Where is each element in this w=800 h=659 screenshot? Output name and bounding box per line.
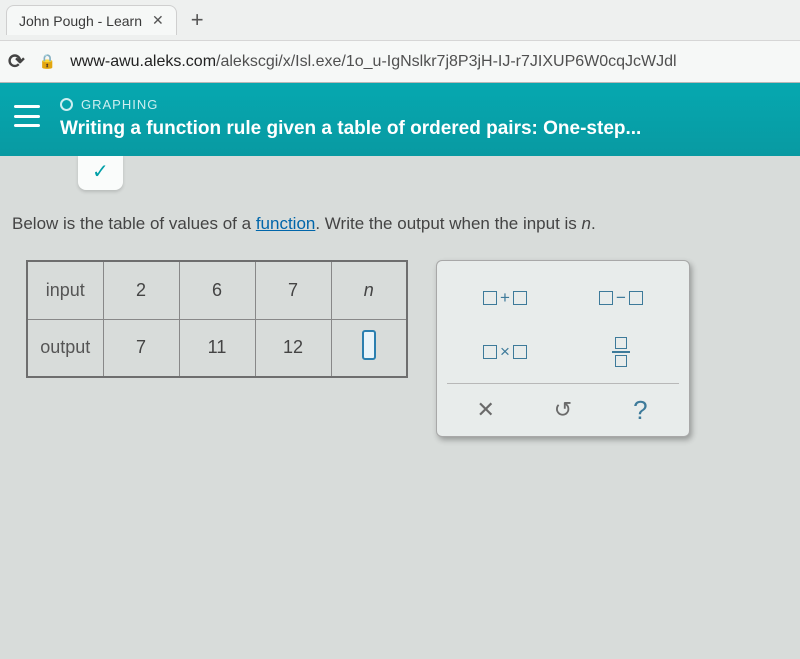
section-label: GRAPHING [60, 97, 780, 112]
url-path: /alekscgi/x/Isl.exe/1o_u-IgNslkr7j8P3jH-… [216, 53, 677, 70]
prompt-variable: n [582, 214, 591, 233]
tab-strip: John Pough - Learn ✕ + [0, 0, 800, 40]
topic-title: Writing a function rule given a table of… [60, 118, 780, 140]
reload-icon[interactable]: ⟳ [8, 49, 25, 74]
section-text: GRAPHING [81, 97, 158, 112]
question-prompt: Below is the table of values of a functi… [12, 214, 788, 234]
keypad-fraction-button[interactable] [587, 332, 655, 372]
output-label: output [27, 319, 103, 377]
topic-header: GRAPHING Writing a function rule given a… [0, 83, 800, 156]
math-keypad: + − × ✕ ↺ ? [436, 260, 690, 437]
check-icon: ✓ [92, 161, 109, 183]
section-circle-icon [60, 98, 73, 111]
function-link[interactable]: function [256, 214, 316, 233]
keypad-minus-button[interactable]: − [587, 278, 655, 318]
browser-chrome: John Pough - Learn ✕ + ⟳ 🔒 www-awu.aleks… [0, 0, 800, 83]
menu-icon[interactable] [14, 105, 40, 127]
lock-icon: 🔒 [39, 53, 56, 70]
url-display[interactable]: www-awu.aleks.com/alekscgi/x/Isl.exe/1o_… [70, 53, 676, 71]
input-label: input [27, 261, 103, 319]
keypad-plus-button[interactable]: + [471, 278, 539, 318]
input-cell: 6 [179, 261, 255, 319]
keypad-reset-button[interactable]: ↺ [524, 390, 601, 430]
address-bar-row: ⟳ 🔒 www-awu.aleks.com/alekscgi/x/Isl.exe… [0, 40, 800, 82]
table-row-output: output 7 11 12 [27, 319, 407, 377]
question-content: Below is the table of values of a functi… [0, 190, 800, 457]
output-cell: 11 [179, 319, 255, 377]
input-cell: 2 [103, 261, 179, 319]
values-table: input 2 6 7 n output 7 11 12 [26, 260, 408, 378]
table-row-input: input 2 6 7 n [27, 261, 407, 319]
answer-slot [362, 330, 376, 360]
input-cell: 7 [255, 261, 331, 319]
browser-tab[interactable]: John Pough - Learn ✕ [6, 5, 177, 35]
url-host: www-awu.aleks.com [70, 53, 216, 70]
output-cell: 12 [255, 319, 331, 377]
keypad-help-button[interactable]: ? [602, 390, 679, 430]
keypad-clear-button[interactable]: ✕ [447, 390, 524, 430]
close-tab-icon[interactable]: ✕ [152, 12, 164, 29]
new-tab-button[interactable]: + [183, 5, 212, 35]
output-cell: 7 [103, 319, 179, 377]
keypad-times-button[interactable]: × [471, 332, 539, 372]
tab-title: John Pough - Learn [19, 13, 142, 29]
input-cell-variable: n [331, 261, 407, 319]
progress-check-tab[interactable]: ✓ [78, 155, 123, 190]
answer-input-cell[interactable] [331, 319, 407, 377]
